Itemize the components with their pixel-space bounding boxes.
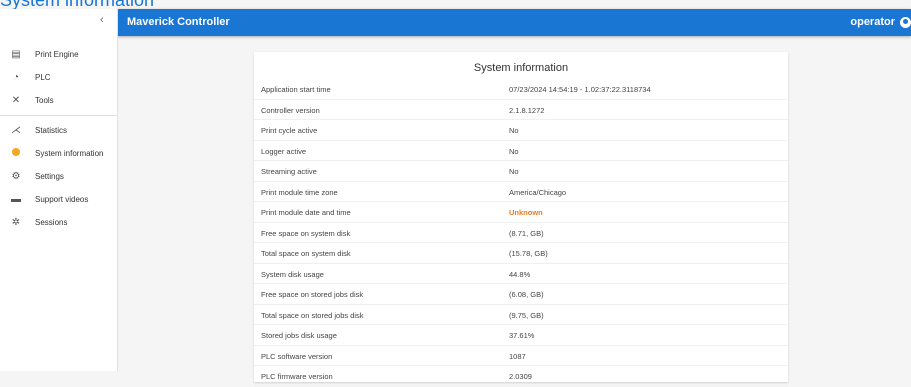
gauge-icon: ◔ xyxy=(12,71,20,83)
row-label: Print cycle active xyxy=(261,126,318,135)
sidebar-item-label: PLC xyxy=(35,73,51,82)
table-row: Total space on stored jobs disk (9.75, GB… xyxy=(254,305,788,325)
printer-icon: ▤ xyxy=(11,48,21,60)
table-row: PLC software version 1087 xyxy=(254,346,788,366)
system-info-card: System information Application start tim… xyxy=(254,52,788,387)
row-label: Print module time zone xyxy=(261,187,338,197)
row-label: Stored jobs disk usage xyxy=(261,331,337,340)
row-value: (6.08, GB) xyxy=(509,290,544,299)
row-label: PLC software version xyxy=(261,351,333,361)
row-label: Free space on system disk xyxy=(261,228,351,238)
sidebar-item-label: Statistics xyxy=(35,126,68,135)
table-row: Logger active No xyxy=(254,141,788,161)
sidebar-item-plc[interactable]: ◔ PLC xyxy=(0,66,117,89)
row-value: No xyxy=(509,126,519,135)
row-value: 37.61% xyxy=(509,331,535,340)
row-label: PLC firmware version xyxy=(261,372,333,381)
sidebar-item-sessions[interactable]: ✲ Sessions xyxy=(0,211,117,234)
table-row: Total space on system disk (15.78, GB) xyxy=(254,243,788,264)
row-label: Free space on stored jobs disk xyxy=(261,290,364,299)
gears-icon: ⚙ xyxy=(11,170,21,182)
row-value: 2.0309 xyxy=(509,372,532,381)
sidebar-item-label: Sessions xyxy=(35,218,68,227)
sidebar-item-label: Tools xyxy=(35,96,54,105)
sidebar-item-label: Support videos xyxy=(35,195,89,204)
sidebar: ‹ ▤ Print Engine ◔ PLC ✕ Tools ⋌ Statist… xyxy=(0,9,118,371)
table-row: Stored jobs disk usage 37.61% xyxy=(254,325,788,346)
sidebar-item-label: Settings xyxy=(35,172,64,181)
sessions-icon: ✲ xyxy=(11,216,21,228)
sidebar-item-tools[interactable]: ✕ Tools xyxy=(0,89,117,112)
row-value: (9.75, GB) xyxy=(509,310,544,320)
sidebar-item-print-engine[interactable]: ▤ Print Engine xyxy=(0,43,117,66)
table-row: Free space on stored jobs disk (6.08, GB) xyxy=(254,284,788,305)
status-dot-icon xyxy=(9,148,23,159)
row-value: 1087 xyxy=(509,351,526,361)
row-label: System disk usage xyxy=(261,269,324,279)
row-value: Unknown xyxy=(509,208,543,217)
table-row: Application start time 07/23/2024 14:54:1… xyxy=(254,79,788,100)
table-row: PLC firmware version 2.0309 xyxy=(254,366,788,387)
row-label: Application start time xyxy=(261,85,331,94)
row-value: 07/23/2024 14:54:19 - 1.02:37:22.3118734 xyxy=(509,85,651,94)
row-value: 44.8% xyxy=(509,269,531,279)
table-row: Print cycle active No xyxy=(254,120,788,141)
page-heading: System information xyxy=(0,0,155,10)
sidebar-item-system-information[interactable]: System information xyxy=(0,142,117,165)
user-menu[interactable]: operator xyxy=(850,16,911,28)
table-row: Print module date and time Unknown xyxy=(254,202,788,223)
row-value: No xyxy=(509,146,519,156)
table-row: Streaming active No xyxy=(254,161,788,182)
card-title: System information xyxy=(473,62,569,74)
app-title: Maverick Controller xyxy=(127,16,230,28)
row-label: Total space on system disk xyxy=(261,249,351,258)
row-label: Controller version xyxy=(261,105,320,115)
row-value: No xyxy=(509,167,519,176)
row-label: Streaming active xyxy=(261,167,317,176)
sidebar-item-support-videos[interactable]: ▬ Support videos xyxy=(0,188,117,211)
row-value: (8.71, GB) xyxy=(509,228,544,238)
row-label: Total space on stored jobs disk xyxy=(261,310,364,320)
sidebar-item-statistics[interactable]: ⋌ Statistics xyxy=(0,119,117,142)
table-row: System disk usage 44.8% xyxy=(254,264,788,284)
chart-icon: ⋌ xyxy=(11,124,21,136)
user-name: operator xyxy=(850,16,895,28)
table-row: Print module time zone America/Chicago xyxy=(254,182,788,202)
row-label: Print module date and time xyxy=(261,208,351,217)
sidebar-item-settings[interactable]: ⚙ Settings xyxy=(0,165,117,188)
sidebar-item-label: System information xyxy=(35,149,104,158)
info-table: Application start time 07/23/2024 14:54:1… xyxy=(254,79,788,387)
table-row: Controller version 2.1.8.1272 xyxy=(254,100,788,120)
row-label: Logger active xyxy=(261,146,307,156)
chevron-left-icon[interactable]: ‹ xyxy=(100,14,104,26)
top-app-bar: Maverick Controller operator xyxy=(117,9,911,36)
tools-icon: ✕ xyxy=(11,94,21,106)
account-icon[interactable] xyxy=(900,16,911,28)
row-value: 2.1.8.1272 xyxy=(509,105,545,115)
sidebar-item-label: Print Engine xyxy=(35,50,79,59)
video-icon: ▬ xyxy=(11,193,21,205)
sidebar-nav: ▤ Print Engine ◔ PLC ✕ Tools ⋌ Statistic… xyxy=(0,43,117,234)
table-row: Free space on system disk (8.71, GB) xyxy=(254,223,788,243)
row-value: America/Chicago xyxy=(509,187,567,197)
row-value: (15.78, GB) xyxy=(509,249,548,258)
sidebar-divider xyxy=(0,115,117,116)
